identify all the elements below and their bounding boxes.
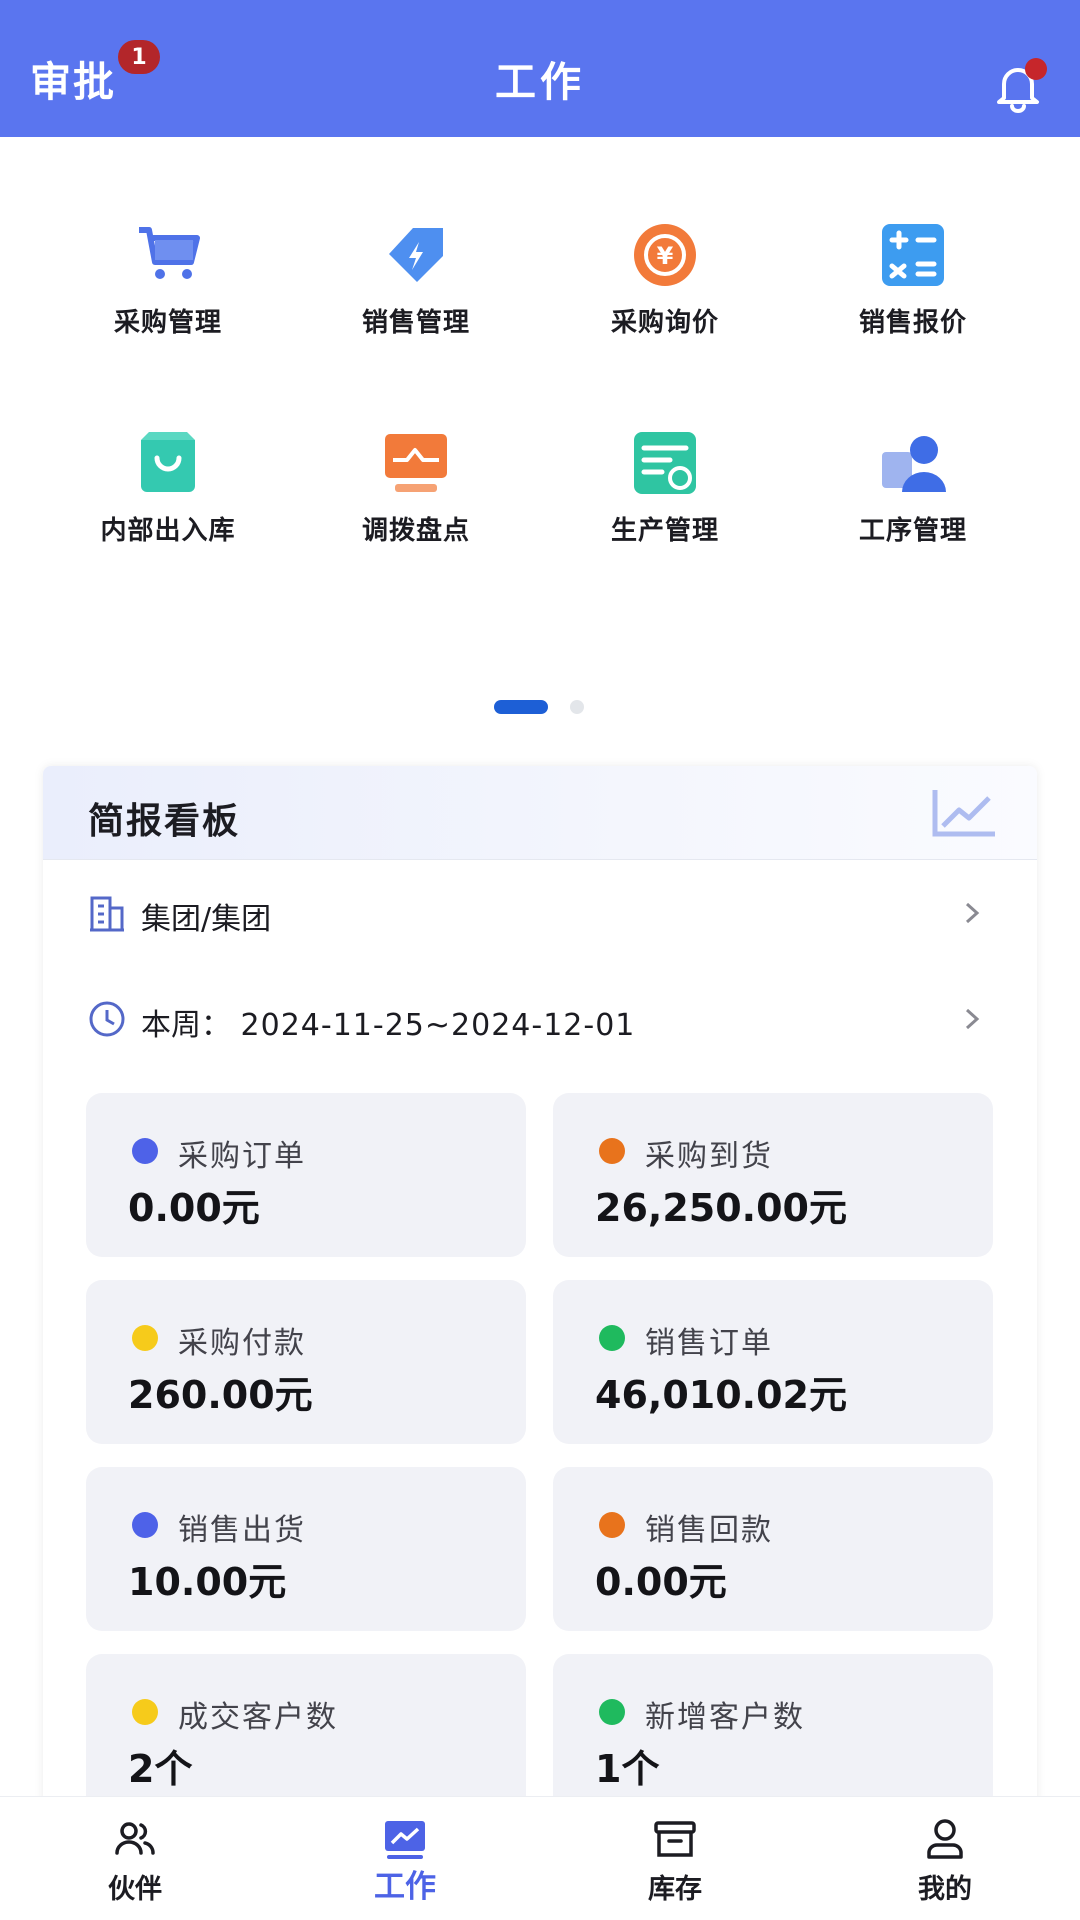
quick-action-internal-stock[interactable]: 内部出入库 [43,430,293,580]
partners-icon [115,1822,155,1855]
tab-inventory[interactable]: 库存 [575,1797,775,1920]
board-title: 简报看板 [88,801,241,842]
shopping-bag-icon [141,432,195,492]
period-filter-row[interactable]: 本周： 2024-11-25~2024-12-01 [43,978,1037,1058]
tab-label: 库存 [648,1874,702,1905]
briefing-board: 简报看板 集团/集团 本周： 2024-11-25~2024-12-01 采购订… [43,766,1037,1920]
stat-value: 46,010.02元 [595,1373,847,1417]
stat-card[interactable]: 销售出货 10.00元 [86,1467,526,1631]
period-range: 2024-11-25~2024-12-01 [240,1008,636,1043]
stat-card[interactable]: 采购订单 0.00元 [86,1093,526,1257]
clock-icon [89,1001,125,1037]
stat-card[interactable]: 销售订单 46,010.02元 [553,1280,993,1444]
stat-card[interactable]: 成交客户数 2个 [86,1654,526,1818]
quick-action-label: 销售管理 [361,308,470,338]
building-icon [90,896,124,932]
quick-action-purchase-inquiry[interactable]: ¥ 采购询价 [540,222,790,372]
stat-dot [599,1699,625,1725]
approval-tab[interactable]: 审批 [30,48,116,108]
pager-dot-active[interactable] [494,700,548,714]
calculator-icon [882,224,944,286]
monitor-icon [385,434,447,492]
pager-dot[interactable] [570,700,584,714]
stat-dot [132,1325,158,1351]
stat-value: 0.00元 [128,1186,260,1230]
org-filter-value: 集团/集团 [141,902,272,937]
stat-dot [599,1512,625,1538]
quick-action-label: 生产管理 [610,516,719,546]
currency-exchange-icon: ¥ [634,224,696,286]
tab-label: 工作 [374,1869,436,1905]
stat-label: 销售回款 [645,1513,773,1548]
notification-dot [1025,58,1047,80]
stat-dot [132,1699,158,1725]
quick-action-label: 采购管理 [113,308,222,338]
quick-action-process-mgmt[interactable]: 工序管理 [788,430,1038,580]
period-label: 本周： [141,1008,231,1043]
quick-action-purchase-mgmt[interactable]: 采购管理 [43,222,293,372]
stat-label: 销售出货 [178,1513,306,1548]
page-title: 工作 [495,58,585,106]
worker-icon [882,436,946,492]
stat-dot [599,1325,625,1351]
bottom-tab-bar: 伙伴 工作 库存 我的 [0,1796,1080,1920]
stat-card[interactable]: 新增客户数 1个 [553,1654,993,1818]
quick-action-label: 调拨盘点 [361,516,470,546]
chevron-right-icon [965,902,980,924]
stat-card[interactable]: 采购付款 260.00元 [86,1280,526,1444]
stat-value: 26,250.00元 [595,1186,847,1230]
quick-action-transfer-count[interactable]: 调拨盘点 [291,430,541,580]
top-header: 审批 1 工作 [0,0,1080,137]
tab-mine[interactable]: 我的 [845,1797,1045,1920]
stat-card[interactable]: 采购到货 26,250.00元 [553,1093,993,1257]
svg-text:¥: ¥ [657,242,674,270]
work-chart-icon [385,1821,425,1859]
quick-action-label: 销售报价 [858,308,967,338]
stat-value: 260.00元 [128,1373,313,1417]
stat-label: 销售订单 [645,1326,773,1361]
tab-work[interactable]: 工作 [305,1797,505,1920]
inventory-box-icon [654,1821,696,1857]
production-icon [634,432,696,494]
stat-label: 采购付款 [178,1326,306,1361]
stat-label: 采购订单 [178,1139,306,1174]
stat-card[interactable]: 销售回款 0.00元 [553,1467,993,1631]
org-filter-row[interactable]: 集团/集团 [43,872,1037,952]
stat-value: 0.00元 [595,1560,727,1604]
quick-action-sales-quote[interactable]: 销售报价 [788,222,1038,372]
stat-value: 10.00元 [128,1560,287,1604]
stat-dot [599,1138,625,1164]
board-header: 简报看板 [43,766,1037,860]
stat-label: 新增客户数 [645,1700,805,1735]
line-chart-icon[interactable] [931,786,997,840]
stat-label: 成交客户数 [178,1700,338,1735]
quick-action-label: 内部出入库 [100,516,236,546]
period-filter-value: 本周： 2024-11-25~2024-12-01 [141,1000,635,1044]
stat-value: 2个 [128,1747,193,1791]
stat-dot [132,1138,158,1164]
quick-action-label: 工序管理 [858,516,967,546]
stat-value: 1个 [595,1747,660,1791]
tab-partners[interactable]: 伙伴 [35,1797,235,1920]
tab-label: 我的 [918,1874,972,1905]
approval-badge: 1 [118,40,160,74]
quick-action-production-mgmt[interactable]: 生产管理 [540,430,790,580]
stat-label: 采购到货 [645,1139,773,1174]
quick-action-label: 采购询价 [610,308,719,338]
tab-label: 伙伴 [108,1874,162,1905]
profile-icon [927,1819,963,1859]
tag-icon [389,228,443,282]
shopping-cart-icon [139,227,200,279]
chevron-right-icon [965,1008,980,1030]
stat-dot [132,1512,158,1538]
quick-action-sales-mgmt[interactable]: 销售管理 [291,222,541,372]
